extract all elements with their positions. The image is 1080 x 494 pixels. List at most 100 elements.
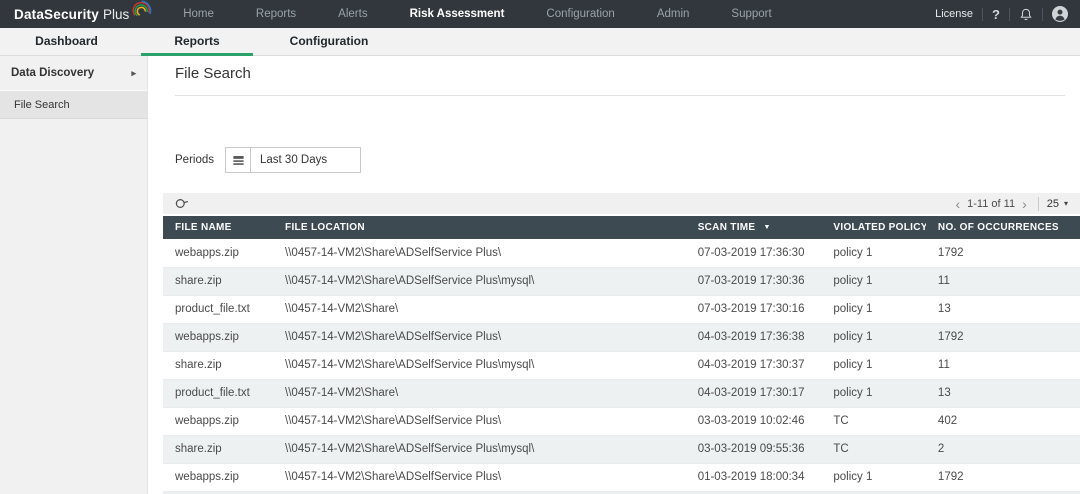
chevron-down-icon: ▾ [1063,199,1068,208]
main-menu: Home Reports Alerts Risk Assessment Conf… [162,0,793,28]
cell-scan-time: 04-03-2019 17:30:17 [685,379,822,408]
cell-file-name: webapps.zip [163,323,274,352]
cell-file-location: \\0457-14-VM2\Share\ADSelfService Plus\ [273,239,686,268]
nav-item-reports[interactable]: Reports [235,0,317,28]
nav-item-home[interactable]: Home [162,0,235,28]
periods-filter: Periods Last 30 Days [175,147,1080,173]
cell-scan-time: 07-03-2019 17:30:16 [685,295,822,324]
navbar-separator [1042,7,1043,21]
table-header-row: FILE NAME FILE LOCATION SCAN TIME ▼ VIOL… [163,216,1080,239]
column-header-file-name[interactable]: FILE NAME [163,216,274,239]
cell-occurrences: 402 [925,407,1080,436]
cell-scan-time: 07-03-2019 17:30:36 [685,267,822,296]
cell-file-name: webapps.zip [163,239,274,268]
cell-violated-policy: policy 1 [821,239,926,268]
table-row: webapps.zip \\0457-14-VM2\Share\ADSelfSe… [163,239,1080,268]
cell-violated-policy: TC [821,435,926,464]
cell-file-name: product_file.txt [163,379,274,408]
notifications-bell-icon[interactable] [1019,7,1033,22]
cell-occurrences: 13 [925,295,1080,324]
cell-file-name: share.zip [163,267,274,296]
pagination-next-icon[interactable]: › [1015,197,1034,211]
page-size-dropdown[interactable]: 25 ▾ [1047,198,1068,210]
column-header-violated-policy[interactable]: VIOLATED POLICY [821,216,926,239]
cell-violated-policy: policy 1 [821,351,926,380]
cell-file-name: share.zip [163,351,274,380]
cell-file-location: \\0457-14-VM2\Share\ADSelfService Plus\m… [273,435,686,464]
period-select[interactable]: Last 30 Days [225,147,361,173]
secondary-tabs: Dashboard Reports Configuration [0,28,1080,56]
cell-scan-time: 04-03-2019 17:36:38 [685,323,822,352]
navbar-separator [1009,7,1010,21]
sidebar-section-label: Data Discovery [11,67,95,79]
column-header-scan-time[interactable]: SCAN TIME ▼ [685,216,822,239]
cell-occurrences: 1792 [925,323,1080,352]
table-row: share.zip \\0457-14-VM2\Share\ADSelfServ… [163,267,1080,296]
table-row: share.zip \\0457-14-VM2\Share\ADSelfServ… [163,351,1080,380]
table-row: share.zip \\0457-14-VM2\Share\ADSelfServ… [163,435,1080,464]
period-value: Last 30 Days [260,154,328,166]
title-divider [175,95,1065,96]
page-title: File Search [175,65,251,82]
brand[interactable]: DataSecurity Plus [0,0,162,26]
brand-name-light: Plus [102,6,130,22]
cell-file-name: webapps.zip [163,463,274,492]
user-avatar-icon[interactable] [1052,6,1068,22]
sidebar: Data Discovery ▸ File Search [0,56,148,494]
periods-label: Periods [175,154,214,166]
column-header-file-location[interactable]: FILE LOCATION [273,216,686,239]
cell-file-location: \\0457-14-VM2\Share\ADSelfService Plus\ [273,407,686,436]
tab-configuration[interactable]: Configuration [259,28,399,55]
cell-occurrences: 2 [925,435,1080,464]
pagination: ‹ 1-11 of 11 › 25 ▾ [948,196,1068,211]
sort-desc-icon: ▼ [763,224,771,231]
nav-item-admin[interactable]: Admin [636,0,711,28]
cell-file-location: \\0457-14-VM2\Share\ADSelfService Plus\m… [273,267,686,296]
cell-violated-policy: policy 1 [821,267,926,296]
calendar-icon[interactable] [226,148,251,172]
license-link[interactable]: License [935,8,973,20]
cell-scan-time: 03-03-2019 10:02:46 [685,407,822,436]
table-row: product_file.txt \\0457-14-VM2\Share\ 04… [163,379,1080,408]
column-header-occurrences[interactable]: NO. OF OCCURRENCES [925,216,1080,239]
cell-violated-policy: policy 1 [821,463,926,492]
cell-file-location: \\0457-14-VM2\Share\ [273,295,686,324]
tab-reports[interactable]: Reports [141,28,253,56]
table-row: product_file.txt \\0457-14-VM2\Share\ 07… [163,295,1080,324]
navbar-right: License ? [935,6,1080,22]
cell-violated-policy: policy 1 [821,295,926,324]
table-toolbar: ‹ 1-11 of 11 › 25 ▾ [163,193,1080,214]
sidebar-item-file-search[interactable]: File Search [0,91,147,119]
search-icon[interactable] [175,197,190,210]
results-table: FILE NAME FILE LOCATION SCAN TIME ▼ VIOL… [163,216,1080,494]
cell-scan-time: 04-03-2019 17:30:37 [685,351,822,380]
sidebar-section-data-discovery[interactable]: Data Discovery ▸ [0,56,147,91]
nav-item-risk-assessment[interactable]: Risk Assessment [389,0,526,28]
pagination-separator [1037,196,1039,211]
cell-violated-policy: policy 1 [821,323,926,352]
cell-occurrences: 1792 [925,239,1080,268]
table-row: webapps.zip \\0457-14-VM2\Share\ADSelfSe… [163,323,1080,352]
nav-item-alerts[interactable]: Alerts [317,0,388,28]
table-row: webapps.zip \\0457-14-VM2\Share\ADSelfSe… [163,463,1080,492]
cell-scan-time: 07-03-2019 17:36:30 [685,239,822,268]
nav-item-configuration[interactable]: Configuration [525,0,635,28]
cell-violated-policy: TC [821,407,926,436]
table-row: webapps.zip \\0457-14-VM2\Share\ADSelfSe… [163,407,1080,436]
brand-logo-swirl-icon [131,0,152,26]
pagination-prev-icon[interactable]: ‹ [948,197,967,211]
cell-file-location: \\0457-14-VM2\Share\ADSelfService Plus\ [273,323,686,352]
cell-occurrences: 11 [925,351,1080,380]
help-icon[interactable]: ? [992,7,1000,22]
page-size-value: 25 [1046,197,1059,210]
navbar-separator [982,7,984,21]
cell-scan-time: 03-03-2019 09:55:36 [685,435,822,464]
cell-file-location: \\0457-14-VM2\Share\ADSelfService Plus\ [273,463,686,492]
main-content: File Search Periods Last 30 Days ‹ 1-11 … [148,56,1080,494]
nav-item-support[interactable]: Support [710,0,792,28]
brand-name-bold: DataSecurity [14,6,99,22]
cell-file-name: share.zip [163,435,274,464]
chevron-right-icon: ▸ [131,67,136,78]
pagination-range: 1-11 of 11 [967,197,1016,210]
tab-dashboard[interactable]: Dashboard [0,28,133,55]
